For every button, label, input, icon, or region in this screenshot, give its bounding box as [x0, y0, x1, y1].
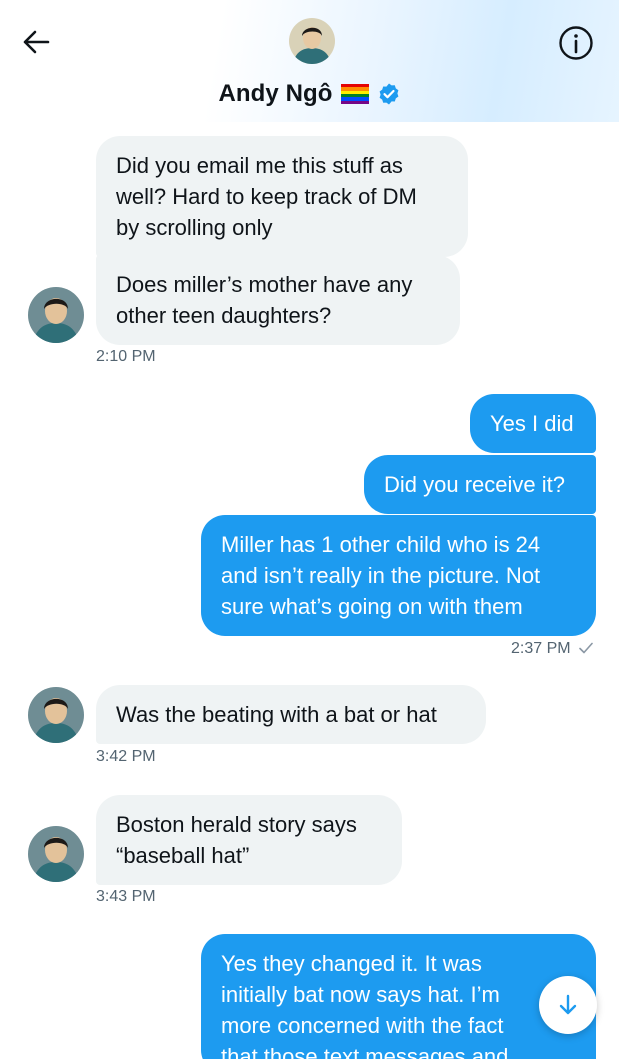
header-avatar[interactable] — [289, 18, 335, 64]
sent-message[interactable]: Did you receive it? — [364, 455, 596, 514]
scroll-to-bottom-button[interactable] — [539, 976, 597, 1034]
contact-name: Andy Ngô — [218, 80, 333, 107]
verified-badge-icon — [379, 83, 398, 105]
message-timestamp: 2:37 PM — [511, 640, 593, 658]
back-button[interactable] — [18, 26, 54, 58]
sent-message[interactable]: Yes I did — [470, 394, 596, 453]
sender-avatar[interactable] — [28, 826, 84, 882]
received-message[interactable]: Was the beating with a bat or hat — [96, 685, 486, 744]
sender-avatar[interactable] — [28, 687, 84, 743]
conversation-header: Andy Ngô — [0, 0, 619, 122]
message-timestamp: 3:42 PM — [96, 748, 156, 765]
message-timestamp: 3:43 PM — [96, 888, 156, 905]
timestamp-text: 2:37 PM — [511, 640, 571, 657]
rainbow-flag-icon — [340, 84, 369, 104]
sender-avatar[interactable] — [28, 287, 84, 343]
sent-message[interactable]: Yes they changed it. It was initially ba… — [201, 934, 596, 1059]
received-message[interactable]: Did you email me this stuff as well? Har… — [96, 136, 468, 257]
info-circle-icon — [559, 26, 593, 60]
received-message[interactable]: Does miller’s mother have any other teen… — [96, 255, 460, 345]
info-button[interactable] — [557, 24, 595, 62]
checkmark-icon — [579, 642, 593, 654]
message-timestamp: 2:10 PM — [96, 348, 156, 365]
received-message[interactable]: Boston herald story says “baseball hat” — [96, 795, 402, 885]
arrow-left-icon — [23, 30, 50, 54]
sent-message[interactable]: Miller has 1 other child who is 24 and i… — [201, 515, 596, 636]
arrow-down-icon — [559, 994, 577, 1015]
header-title-row[interactable]: Andy Ngô — [0, 78, 619, 110]
